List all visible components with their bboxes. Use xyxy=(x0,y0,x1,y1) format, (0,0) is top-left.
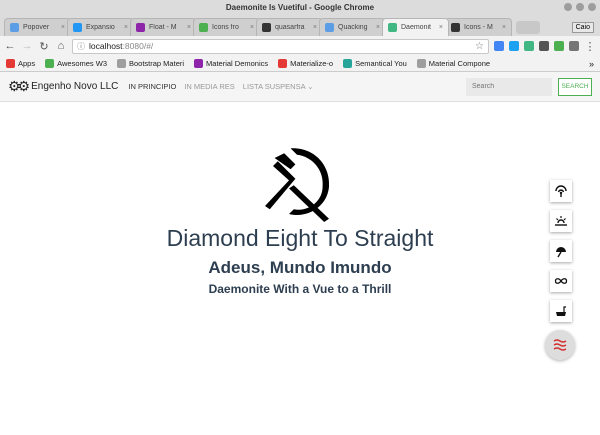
bookmark-apps[interactable]: Apps xyxy=(6,59,35,68)
search-input[interactable] xyxy=(466,77,552,96)
tab-label: Icons fro xyxy=(212,24,239,31)
close-icon[interactable]: × xyxy=(187,24,191,31)
bookmark-item[interactable]: Semantical You xyxy=(343,59,407,68)
url-host: localhost xyxy=(89,41,123,51)
nav-item-in-principio[interactable]: IN PRINCIPIO xyxy=(128,82,176,91)
maximize-button[interactable] xyxy=(576,3,584,11)
bookmark-item[interactable]: Materialize-o xyxy=(278,59,333,68)
bookmark-star-icon[interactable]: ☆ xyxy=(475,41,484,52)
info-icon[interactable]: ⓘ xyxy=(77,41,85,52)
address-bar[interactable]: ⓘ localhost:8080/#/ ☆ xyxy=(72,38,489,54)
sunset-icon[interactable] xyxy=(550,210,572,232)
bookmarks-bar: Apps Awesomes W3 Bootstrap Materi Materi… xyxy=(0,56,600,72)
back-icon[interactable]: ← xyxy=(4,40,16,52)
app-navbar: ⚙⚙ Engenho Novo LLC IN PRINCIPIO IN MEDI… xyxy=(0,72,600,102)
nav-links: IN PRINCIPIO IN MEDIA RES LISTA SUSPENSA… xyxy=(128,82,313,91)
chevron-down-icon: ⌄ xyxy=(307,82,314,91)
bookmark-item[interactable]: Bootstrap Materi xyxy=(117,59,184,68)
tab-favicon xyxy=(388,23,397,32)
window-titlebar: Daemonite Is Vuetiful - Google Chrome xyxy=(0,0,600,16)
tab-label: Popover xyxy=(23,24,50,31)
tab-strip: Popover × Expansio × Float - M × Icons fro ×… xyxy=(0,16,600,36)
vue-devtools-icon[interactable] xyxy=(524,41,534,51)
infinity-icon[interactable] xyxy=(550,270,572,292)
browser-toolbar: ← → ↻ ⌂ ⓘ localhost:8080/#/ ☆ ⋮ xyxy=(0,36,600,56)
bookmark-item[interactable]: Awesomes W3 xyxy=(45,59,107,68)
bookmark-item[interactable]: Material Demonics xyxy=(194,59,268,68)
extension-icon[interactable] xyxy=(554,41,564,51)
close-icon[interactable]: × xyxy=(439,24,443,31)
close-icon[interactable]: × xyxy=(250,24,254,31)
tab-favicon xyxy=(451,23,460,32)
tab-2[interactable]: Float - M × xyxy=(130,18,197,36)
extension-icon[interactable] xyxy=(539,41,549,51)
umbrella-icon[interactable] xyxy=(550,240,572,262)
tab-5[interactable]: Quacking × xyxy=(319,18,386,36)
bookmark-favicon xyxy=(45,59,55,68)
tab-label: quasarfra xyxy=(275,24,305,31)
tab-label: Icons - M xyxy=(464,24,493,31)
extension-icon[interactable] xyxy=(569,41,579,51)
profile-button[interactable]: Caio xyxy=(571,22,594,33)
tab-7[interactable]: Icons - M × xyxy=(445,18,512,36)
tab-favicon xyxy=(262,23,271,32)
bookmark-favicon xyxy=(194,59,204,68)
bookmarks-more-button[interactable]: » xyxy=(589,59,594,69)
new-tab-button[interactable] xyxy=(516,21,540,34)
apps-grid-icon xyxy=(6,59,15,68)
tab-label: Quacking xyxy=(338,24,368,31)
close-icon[interactable]: × xyxy=(376,24,380,31)
window-title: Daemonite Is Vuetiful - Google Chrome xyxy=(225,3,375,12)
tab-3[interactable]: Icons fro × xyxy=(193,18,260,36)
close-icon[interactable]: × xyxy=(124,24,128,31)
tab-label: Float - M xyxy=(149,24,177,31)
signal-icon[interactable] xyxy=(550,180,572,202)
menu-icon[interactable]: ⋮ xyxy=(584,40,596,53)
nav-item-in-media-res[interactable]: IN MEDIA RES xyxy=(184,82,234,91)
tab-4[interactable]: quasarfra × xyxy=(256,18,323,36)
minimize-button[interactable] xyxy=(564,3,572,11)
tab-0[interactable]: Popover × xyxy=(4,18,71,36)
url-path: :8080/#/ xyxy=(122,41,154,51)
search-button[interactable]: SEARCH xyxy=(558,77,592,96)
bookmark-favicon xyxy=(416,59,426,68)
tab-label: Expansio xyxy=(86,24,115,31)
main-content: Diamond Eight To Straight Adeus, Mundo I… xyxy=(0,102,600,415)
hero-subtitle: Adeus, Mundo Imundo xyxy=(208,258,392,277)
tab-6[interactable]: Daemonit × xyxy=(382,18,449,36)
tab-favicon xyxy=(10,23,19,32)
window-controls xyxy=(564,3,596,11)
tab-favicon xyxy=(73,23,82,32)
hammer-and-sickle-icon xyxy=(265,148,330,222)
bookmark-favicon xyxy=(343,59,353,68)
tab-favicon xyxy=(136,23,145,32)
close-icon[interactable]: × xyxy=(313,24,317,31)
close-icon[interactable]: × xyxy=(61,24,65,31)
tab-favicon xyxy=(199,23,208,32)
tab-favicon xyxy=(325,23,334,32)
forward-icon[interactable]: → xyxy=(21,40,33,52)
close-icon[interactable]: × xyxy=(502,24,506,31)
extension-icon[interactable] xyxy=(494,41,504,51)
brand-name: Engenho Novo LLC xyxy=(31,81,119,92)
bookmark-favicon xyxy=(278,59,288,68)
close-button[interactable] xyxy=(588,3,596,11)
bookmark-item[interactable]: Material Compone xyxy=(416,59,490,68)
home-icon[interactable]: ⌂ xyxy=(55,40,67,52)
reload-icon[interactable]: ↻ xyxy=(38,40,50,53)
bathtub-icon[interactable] xyxy=(550,300,572,322)
search-form: SEARCH xyxy=(466,77,592,96)
bookmark-favicon xyxy=(117,59,126,68)
fab-menu xyxy=(550,180,572,322)
tab-1[interactable]: Expansio × xyxy=(67,18,134,36)
brand[interactable]: ⚙⚙ Engenho Novo LLC xyxy=(8,78,118,95)
nav-item-lista-suspensa[interactable]: LISTA SUSPENSA ⌄ xyxy=(243,82,314,91)
gears-icon: ⚙⚙ xyxy=(8,78,30,94)
hero-title: Diamond Eight To Straight xyxy=(166,225,434,251)
tab-label: Daemonit xyxy=(401,24,431,31)
twitter-icon[interactable] xyxy=(509,41,519,51)
waves-icon[interactable] xyxy=(545,330,575,360)
hero-tagline: Daemonite With a Vue to a Thrill xyxy=(208,282,392,296)
